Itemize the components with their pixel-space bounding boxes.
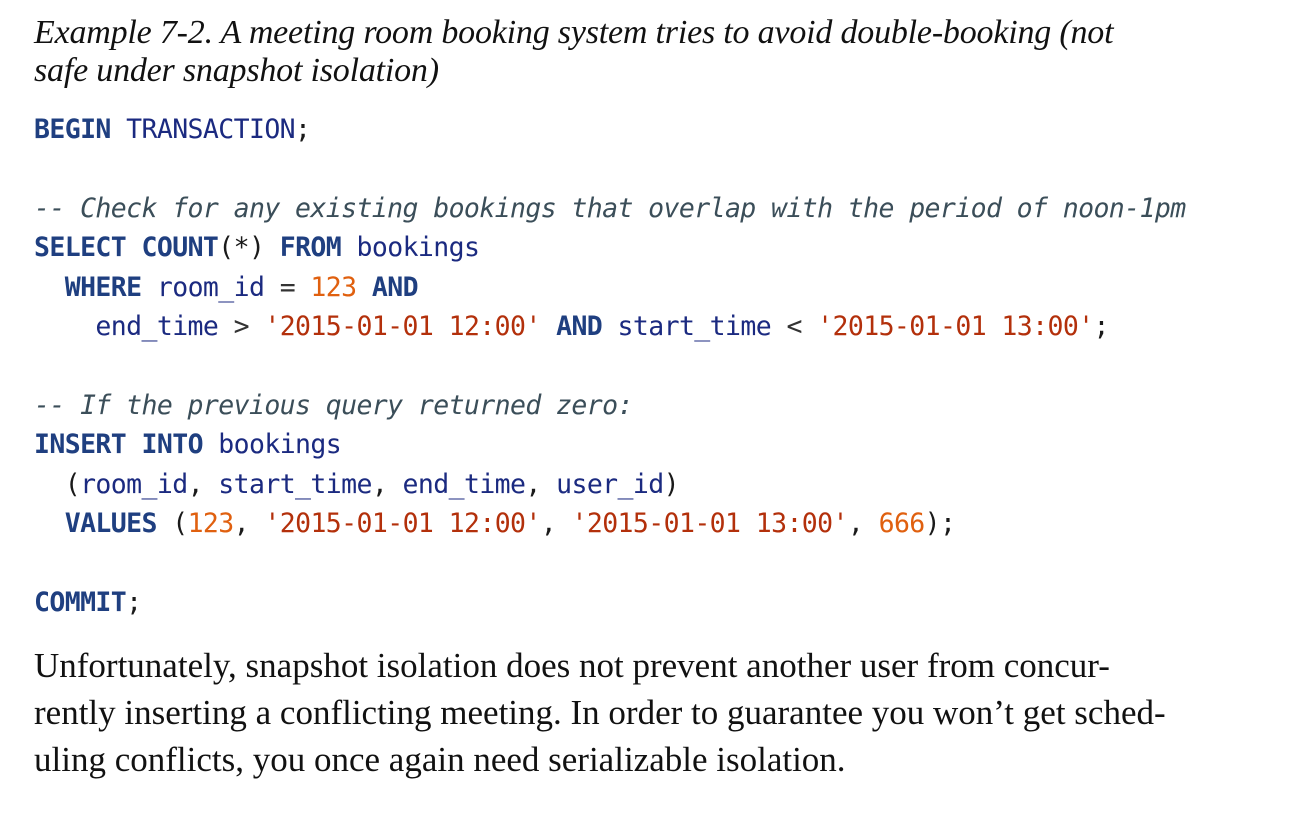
sql-punct: , [371, 468, 403, 500]
sql-operator: = [279, 271, 296, 303]
sql-punct: , [540, 507, 572, 539]
code-line: end_time > '2015-01-01 12:00' AND start_… [34, 307, 1284, 346]
sql-keyword: COUNT [141, 232, 219, 264]
sql-keyword: AND [371, 271, 419, 303]
sql-string: '2015-01-01 12:00' [264, 507, 541, 539]
sql-keyword: BEGIN [34, 114, 111, 145]
sql-punct: ( [64, 468, 81, 500]
sql-operator: < [786, 310, 802, 342]
code-line: COMMIT; [34, 583, 1284, 622]
sql-string: '2015-01-01 13:00' [571, 507, 848, 539]
sql-number: 666 [878, 507, 926, 539]
sql-comment: -- If the previous query returned zero: [34, 389, 633, 421]
sql-identifier: bookings [356, 232, 480, 264]
sql-identifier: start_time [617, 310, 772, 342]
sql-punct: (*) [218, 232, 265, 264]
body-line-1: Unfortunately, snapshot isolation does n… [34, 646, 1110, 686]
example-caption: Example 7-2. A meeting room booking syst… [34, 14, 1284, 90]
sql-punct: , [187, 468, 219, 500]
sql-comment: -- Check for any existing bookings that … [34, 192, 1186, 224]
sql-identifier: start_time [218, 468, 372, 500]
sql-identifier: TRANSACTION [126, 114, 296, 145]
body-line-3: uling conflicts, you once again need ser… [34, 740, 846, 780]
sql-keyword: WHERE [64, 271, 142, 303]
code-line: VALUES (123, '2015-01-01 12:00', '2015-0… [34, 504, 1284, 543]
sql-operator: > [233, 310, 250, 342]
code-line: WHERE room_id = 123 AND [34, 268, 1284, 307]
sql-number: 123 [310, 271, 357, 303]
sql-keyword: SELECT [34, 232, 127, 264]
sql-identifier: user_id [556, 468, 664, 500]
sql-keyword: INSERT [34, 429, 127, 461]
code-line: -- If the previous query returned zero: [34, 386, 1284, 425]
sql-keyword: VALUES [64, 507, 158, 539]
sql-punct: ; [126, 586, 142, 618]
sql-punct: , [847, 507, 879, 539]
sql-keyword: INTO [141, 429, 204, 461]
body-line-2: rently inserting a conflicting meeting. … [34, 693, 1166, 733]
sql-punct: ; [295, 114, 311, 145]
sql-punct: ) [663, 468, 680, 500]
sql-code-block: BEGIN TRANSACTION; -- Check for any exis… [34, 110, 1284, 622]
body-paragraph: Unfortunately, snapshot isolation does n… [34, 642, 1284, 783]
caption-line-2: safe under snapshot isolation) [34, 52, 439, 89]
sql-keyword: AND [556, 310, 603, 342]
caption-line-1: Example 7-2. A meeting room booking syst… [34, 14, 1114, 51]
sql-keyword: COMMIT [34, 586, 127, 618]
sql-punct: , [233, 507, 265, 539]
sql-string: '2015-01-01 12:00' [264, 310, 541, 342]
sql-punct: , [525, 468, 557, 500]
sql-punct: ; [1093, 310, 1110, 342]
sql-identifier: room_id [80, 468, 188, 500]
sql-punct: ( [172, 507, 188, 539]
code-line: INSERT INTO bookings [34, 425, 1284, 464]
code-line: -- Check for any existing bookings that … [34, 189, 1284, 228]
sql-identifier: end_time [95, 310, 219, 342]
sql-identifier: end_time [402, 468, 526, 500]
sql-keyword: FROM [279, 232, 342, 264]
sql-identifier: bookings [218, 429, 342, 461]
document-page: Example 7-2. A meeting room booking syst… [34, 14, 1284, 783]
sql-number: 123 [187, 507, 235, 539]
sql-punct: ); [924, 507, 956, 539]
code-line: BEGIN TRANSACTION; [34, 110, 1284, 149]
sql-identifier: room_id [156, 271, 265, 303]
sql-string: '2015-01-01 13:00' [817, 310, 1094, 342]
code-line: SELECT COUNT(*) FROM bookings [34, 228, 1284, 267]
code-line: (room_id, start_time, end_time, user_id) [34, 465, 1284, 504]
